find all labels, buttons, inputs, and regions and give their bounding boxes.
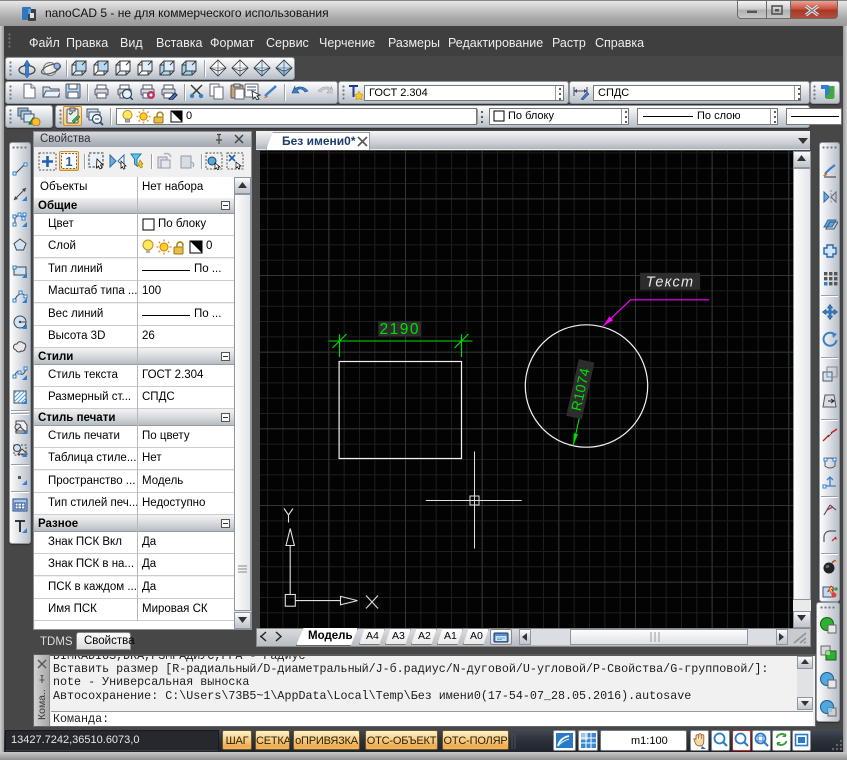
svg-text:2190: 2190 — [379, 321, 419, 338]
svg-text:Текст: Текст — [645, 274, 693, 290]
svg-text:1: 1 — [65, 154, 72, 169]
